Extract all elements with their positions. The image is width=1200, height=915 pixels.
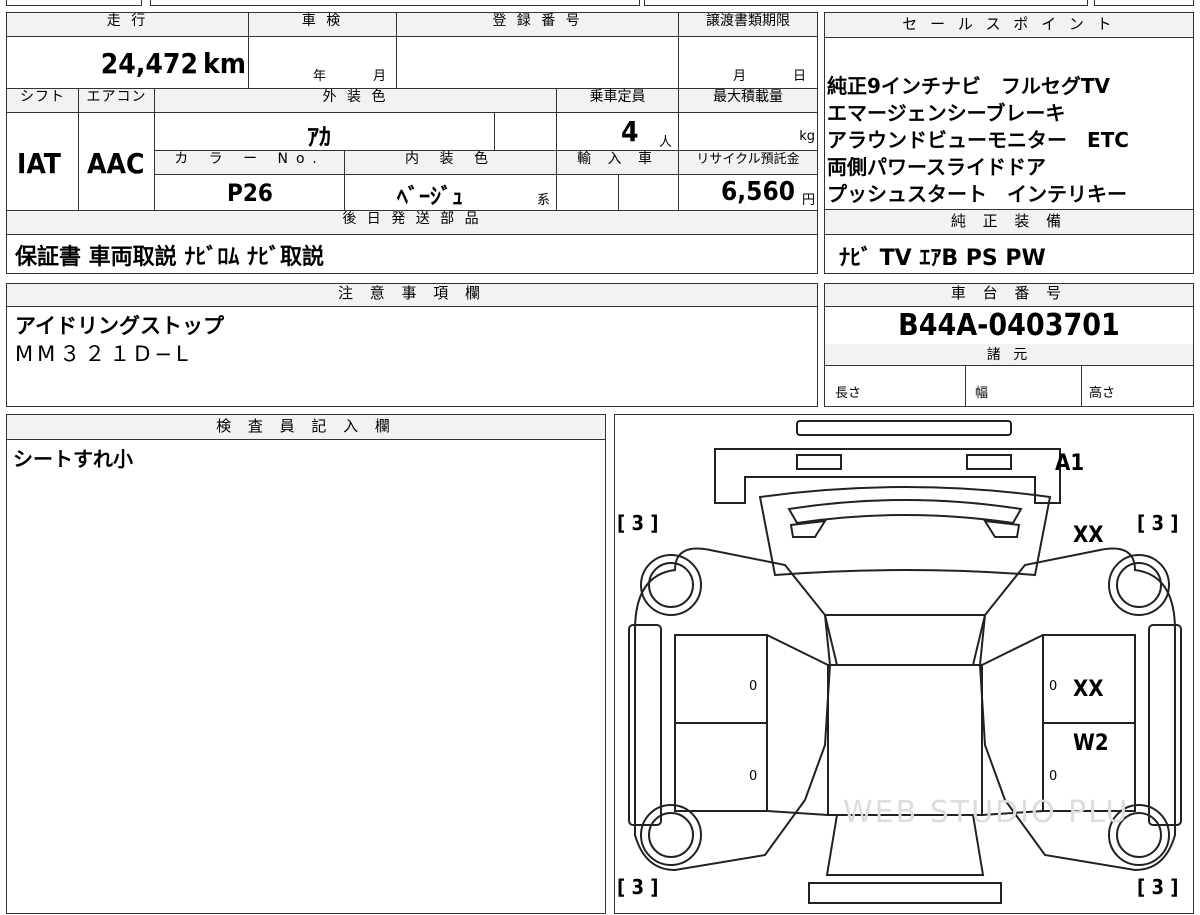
registration-value-cell	[397, 37, 679, 89]
shift-value-cell: IAT	[7, 113, 79, 211]
color-no-value: P26	[227, 179, 273, 207]
specs-height: 高さ	[1089, 386, 1116, 401]
notes-line: アイドリングストップ	[15, 314, 224, 338]
import-value-cell	[557, 175, 619, 211]
capacity-value-cell: 4 人	[557, 113, 679, 151]
damage-mark-a1: A1	[1055, 451, 1085, 476]
mileage-value: 24,472	[100, 47, 198, 80]
later-parts-value: 保証書 車両取説 ﾅﾋﾞﾛﾑ ﾅﾋﾞ取説	[15, 245, 324, 270]
inspection-year: 年	[313, 69, 327, 84]
inspection-value-cell: 年 月	[249, 37, 397, 89]
mileage-label: 走 行	[7, 13, 249, 37]
interior-value-cell: ﾍﾞｰｼﾞｭ 系	[345, 175, 557, 211]
recycle-unit: 円	[801, 193, 815, 208]
chassis-box: 車 台 番 号 B44A-0403701 諸 元 長さ 幅 高さ	[824, 283, 1194, 407]
car-diagram	[628, 420, 1182, 904]
inspector-value: シートすれ小	[13, 447, 133, 471]
transfer-label: 譲渡書類期限	[679, 13, 817, 37]
mileage-unit: km	[203, 47, 246, 80]
transfer-month: 月	[733, 69, 747, 84]
mileage-value-cell: 24,472 km	[7, 37, 249, 89]
tire-depth-front-right: [ 3 ]	[1137, 511, 1179, 535]
damage-mark-w2: W2	[1073, 731, 1109, 756]
transfer-value-cell: 月 日	[679, 37, 817, 89]
notes-label: 注 意 事 項 欄	[7, 284, 817, 307]
shift-value: IAT	[17, 147, 61, 180]
shift-label: シフト	[7, 89, 79, 113]
recycle-value: 6,560	[721, 177, 795, 207]
transfer-day: 日	[793, 69, 807, 84]
capacity-unit: 人	[659, 135, 673, 150]
sales-points-list: 純正9インチナビ フルセグTV エマージェンシーブレーキ アラウンドビューモニタ…	[827, 73, 1129, 208]
car-diagram-box: A1 XX XX W2 [ 3 ] [ 3 ] [ 3 ] [ 3 ] 0 0 …	[614, 414, 1194, 914]
zero-mark: 0	[1049, 769, 1058, 784]
inspector-box: 検 査 員 記 入 欄 シートすれ小	[6, 414, 606, 914]
sales-point-line: アラウンドビューモニター ETC	[827, 128, 1129, 152]
top-strip	[0, 0, 1200, 6]
max-load-label: 最大積載量	[679, 89, 817, 113]
max-load-unit: kg	[799, 129, 815, 144]
equipment-value: ﾅﾋﾞ TV ｴｱB PS PW	[839, 246, 1046, 271]
notes-line: MM３２１D−L	[15, 342, 192, 366]
recycle-label: リサイクル預託金	[679, 151, 817, 175]
sales-point-line: プッシュスタート インテリキー	[827, 182, 1127, 206]
zero-mark: 0	[749, 769, 758, 784]
sales-point-line: 純正9インチナビ フルセグTV	[827, 74, 1111, 98]
exterior-label: 外 装 色	[155, 89, 557, 113]
inspection-month: 月	[373, 69, 387, 84]
sales-point-line: エマージェンシーブレーキ	[827, 101, 1066, 125]
capacity-value: 4	[621, 115, 639, 148]
later-parts-label: 後 日 発 送 部 品	[7, 211, 817, 235]
zero-mark: 0	[749, 679, 758, 694]
interior-suffix: 系	[537, 193, 551, 208]
vehicle-info-grid: 走 行 車 検 登 録 番 号 譲渡書類期限 24,472 km 年 月 月 日…	[6, 12, 818, 274]
capacity-label: 乗車定員	[557, 89, 679, 113]
color-no-label: カ ラ ー No.	[155, 151, 345, 175]
sales-points-label: セ ー ル ス ポ イ ン ト	[825, 13, 1193, 38]
aircon-value: AAC	[87, 147, 145, 180]
aircon-value-cell: AAC	[79, 113, 155, 211]
zero-mark: 0	[1049, 679, 1058, 694]
equipment-label: 純 正 装 備	[825, 210, 1193, 235]
specs-width: 幅	[975, 386, 989, 401]
interior-value: ﾍﾞｰｼﾞｭ	[397, 185, 464, 210]
damage-mark-xx-front: XX	[1073, 523, 1104, 548]
interior-label: 内 装 色	[345, 151, 557, 175]
color-no-value-cell: P26	[155, 175, 345, 211]
aircon-label: エアコン	[79, 89, 155, 113]
inspector-label: 検 査 員 記 入 欄	[7, 415, 605, 440]
chassis-value: B44A-0403701	[898, 308, 1120, 343]
registration-label: 登 録 番 号	[397, 13, 679, 37]
import-value-cell-2	[619, 175, 679, 211]
exterior-extra-cell	[495, 113, 557, 151]
max-load-value-cell: kg	[679, 113, 817, 151]
exterior-value-cell: ｱｶ	[155, 113, 495, 151]
damage-mark-xx-side: XX	[1073, 677, 1104, 702]
exterior-value: ｱｶ	[307, 123, 331, 151]
inspection-label: 車 検	[249, 13, 397, 37]
watermark: WEB STUDIO PLU	[843, 795, 1130, 830]
notes-box: 注 意 事 項 欄 アイドリングストップ MM３２１D−L	[6, 283, 818, 407]
import-label: 輸 入 車	[557, 151, 679, 175]
notes-list: アイドリングストップ MM３２１D−L	[15, 312, 224, 368]
specs-label: 諸 元	[825, 344, 1193, 366]
tire-depth-front-left: [ 3 ]	[617, 511, 659, 535]
specs-length: 長さ	[835, 386, 862, 401]
tire-depth-rear-left: [ 3 ]	[617, 875, 659, 899]
sales-points-box: セ ー ル ス ポ イ ン ト 純正9インチナビ フルセグTV エマージェンシー…	[824, 12, 1194, 210]
sales-point-line: 両側パワースライドドア	[827, 155, 1046, 179]
tire-depth-rear-right: [ 3 ]	[1137, 875, 1179, 899]
equipment-box: 純 正 装 備 ﾅﾋﾞ TV ｴｱB PS PW	[824, 210, 1194, 274]
chassis-label: 車 台 番 号	[825, 284, 1193, 307]
recycle-value-cell: 6,560 円	[679, 175, 817, 211]
